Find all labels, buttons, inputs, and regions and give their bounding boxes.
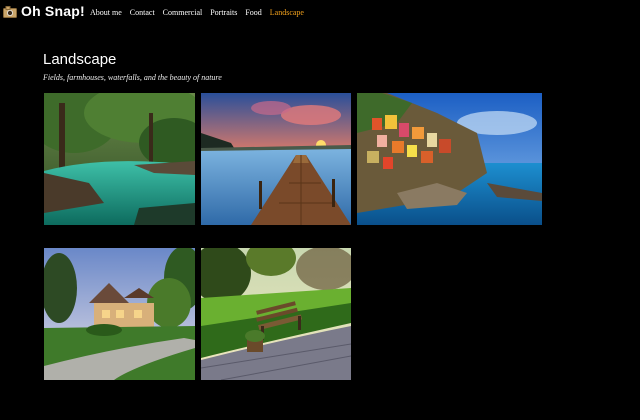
nav-about-me[interactable]: About me (90, 8, 122, 17)
forest-river-image (44, 93, 195, 225)
nav-commercial[interactable]: Commercial (163, 8, 203, 17)
brand-name: Oh Snap! (21, 3, 85, 19)
photo-garden-bench[interactable] (201, 248, 351, 380)
top-bar: Oh Snap! About me Contact Commercial Por… (0, 0, 640, 26)
garden-bench-image (201, 248, 351, 380)
page: Oh Snap! About me Contact Commercial Por… (0, 0, 640, 420)
photo-cliffside-village[interactable] (357, 93, 542, 225)
nav-portraits[interactable]: Portraits (210, 8, 237, 17)
main-nav: About me Contact Commercial Portraits Fo… (90, 8, 304, 17)
section-subtitle: Fields, farmhouses, waterfalls, and the … (43, 73, 222, 82)
nav-food[interactable]: Food (245, 8, 261, 17)
camera-icon (3, 5, 17, 18)
section-title: Landscape (43, 51, 117, 68)
nav-landscape[interactable]: Landscape (270, 8, 304, 17)
house-driveway-image (44, 248, 195, 380)
brand-logo[interactable]: Oh Snap! (3, 3, 85, 19)
photo-house-driveway[interactable] (44, 248, 195, 380)
nav-contact[interactable]: Contact (130, 8, 155, 17)
photo-lake-pier-sunset[interactable] (201, 93, 351, 225)
lake-pier-image (201, 93, 351, 225)
photo-forest-river[interactable] (44, 93, 195, 225)
cliffside-village-image (357, 93, 542, 225)
